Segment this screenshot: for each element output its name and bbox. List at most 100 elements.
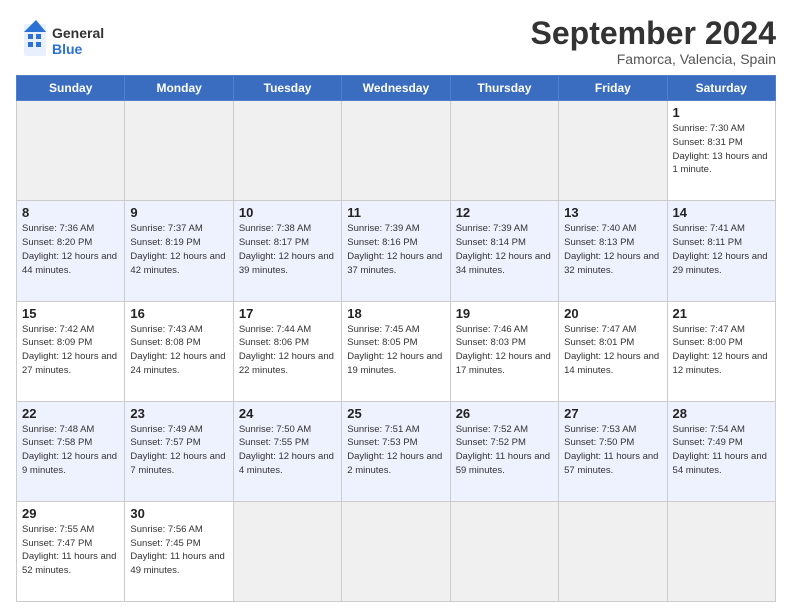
day-info: Sunrise: 7:47 AMSunset: 8:01 PMDaylight:…	[564, 323, 661, 378]
day-info: Sunrise: 7:53 AMSunset: 7:50 PMDaylight:…	[564, 423, 661, 478]
calendar-cell: 19 Sunrise: 7:46 AMSunset: 8:03 PMDayligh…	[450, 301, 558, 401]
day-number: 13	[564, 205, 661, 220]
calendar-cell: 27 Sunrise: 7:53 AMSunset: 7:50 PMDayligh…	[559, 401, 667, 501]
calendar-cell: 24 Sunrise: 7:50 AMSunset: 7:55 PMDayligh…	[233, 401, 341, 501]
day-info: Sunrise: 7:55 AMSunset: 7:47 PMDaylight:…	[22, 523, 119, 578]
day-number: 10	[239, 205, 336, 220]
calendar-week-row: 29 Sunrise: 7:55 AMSunset: 7:47 PMDayligh…	[17, 501, 776, 601]
day-info: Sunrise: 7:48 AMSunset: 7:58 PMDaylight:…	[22, 423, 119, 478]
calendar-cell: 15 Sunrise: 7:42 AMSunset: 8:09 PMDayligh…	[17, 301, 125, 401]
calendar-cell: 23 Sunrise: 7:49 AMSunset: 7:57 PMDayligh…	[125, 401, 233, 501]
calendar-cell: 25 Sunrise: 7:51 AMSunset: 7:53 PMDayligh…	[342, 401, 450, 501]
day-header-monday: Monday	[125, 76, 233, 101]
calendar-cell	[450, 101, 558, 201]
day-info: Sunrise: 7:39 AMSunset: 8:16 PMDaylight:…	[347, 222, 444, 277]
calendar-cell: 14 Sunrise: 7:41 AMSunset: 8:11 PMDayligh…	[667, 201, 775, 301]
location: Famorca, Valencia, Spain	[531, 51, 776, 67]
calendar-week-row: 1 Sunrise: 7:30 AMSunset: 8:31 PMDaylight…	[17, 101, 776, 201]
title-block: September 2024 Famorca, Valencia, Spain	[531, 16, 776, 67]
day-number: 15	[22, 306, 119, 321]
calendar-cell	[233, 501, 341, 601]
day-number: 20	[564, 306, 661, 321]
calendar-cell: 28 Sunrise: 7:54 AMSunset: 7:49 PMDayligh…	[667, 401, 775, 501]
day-info: Sunrise: 7:37 AMSunset: 8:19 PMDaylight:…	[130, 222, 227, 277]
day-number: 18	[347, 306, 444, 321]
day-number: 9	[130, 205, 227, 220]
day-number: 22	[22, 406, 119, 421]
logo-svg: General Blue	[16, 16, 116, 64]
day-number: 1	[673, 105, 770, 120]
day-header-thursday: Thursday	[450, 76, 558, 101]
day-number: 12	[456, 205, 553, 220]
day-number: 11	[347, 205, 444, 220]
calendar-cell	[559, 101, 667, 201]
day-info: Sunrise: 7:56 AMSunset: 7:45 PMDaylight:…	[130, 523, 227, 578]
day-number: 28	[673, 406, 770, 421]
day-header-friday: Friday	[559, 76, 667, 101]
day-number: 27	[564, 406, 661, 421]
calendar-cell	[667, 501, 775, 601]
calendar-cell	[17, 101, 125, 201]
svg-text:General: General	[52, 25, 104, 41]
day-info: Sunrise: 7:42 AMSunset: 8:09 PMDaylight:…	[22, 323, 119, 378]
calendar-cell: 18 Sunrise: 7:45 AMSunset: 8:05 PMDayligh…	[342, 301, 450, 401]
day-number: 26	[456, 406, 553, 421]
calendar-cell: 22 Sunrise: 7:48 AMSunset: 7:58 PMDayligh…	[17, 401, 125, 501]
day-number: 30	[130, 506, 227, 521]
calendar-cell: 13Sunrise: 7:40 AMSunset: 8:13 PMDayligh…	[559, 201, 667, 301]
day-header-saturday: Saturday	[667, 76, 775, 101]
day-info: Sunrise: 7:54 AMSunset: 7:49 PMDaylight:…	[673, 423, 770, 478]
day-info: Sunrise: 7:49 AMSunset: 7:57 PMDaylight:…	[130, 423, 227, 478]
calendar-cell: 16 Sunrise: 7:43 AMSunset: 8:08 PMDayligh…	[125, 301, 233, 401]
calendar-cell: 20 Sunrise: 7:47 AMSunset: 8:01 PMDayligh…	[559, 301, 667, 401]
day-number: 29	[22, 506, 119, 521]
logo: General Blue	[16, 16, 116, 64]
day-info: Sunrise: 7:45 AMSunset: 8:05 PMDaylight:…	[347, 323, 444, 378]
calendar-cell: 21 Sunrise: 7:47 AMSunset: 8:00 PMDayligh…	[667, 301, 775, 401]
header: General Blue September 2024 Famorca, Val…	[16, 16, 776, 67]
calendar-week-row: 8 Sunrise: 7:36 AMSunset: 8:20 PMDaylight…	[17, 201, 776, 301]
day-info: Sunrise: 7:38 AMSunset: 8:17 PMDaylight:…	[239, 222, 336, 277]
calendar-cell	[125, 101, 233, 201]
day-header-tuesday: Tuesday	[233, 76, 341, 101]
day-info: Sunrise: 7:39 AMSunset: 8:14 PMDaylight:…	[456, 222, 553, 277]
calendar-cell: 11 Sunrise: 7:39 AMSunset: 8:16 PMDayligh…	[342, 201, 450, 301]
day-number: 16	[130, 306, 227, 321]
day-header-wednesday: Wednesday	[342, 76, 450, 101]
day-number: 23	[130, 406, 227, 421]
day-info: Sunrise: 7:41 AMSunset: 8:11 PMDaylight:…	[673, 222, 770, 277]
day-number: 24	[239, 406, 336, 421]
day-number: 25	[347, 406, 444, 421]
day-info: Sunrise: 7:46 AMSunset: 8:03 PMDaylight:…	[456, 323, 553, 378]
day-number: 14	[673, 205, 770, 220]
calendar-cell: 17Sunrise: 7:44 AMSunset: 8:06 PMDayligh…	[233, 301, 341, 401]
calendar-cell: 29 Sunrise: 7:55 AMSunset: 7:47 PMDayligh…	[17, 501, 125, 601]
calendar-cell: 30 Sunrise: 7:56 AMSunset: 7:45 PMDayligh…	[125, 501, 233, 601]
page: General Blue September 2024 Famorca, Val…	[0, 0, 792, 612]
day-info: Sunrise: 7:50 AMSunset: 7:55 PMDaylight:…	[239, 423, 336, 478]
calendar-cell	[342, 501, 450, 601]
calendar-cell	[233, 101, 341, 201]
calendar-cell: 9 Sunrise: 7:37 AMSunset: 8:19 PMDaylight…	[125, 201, 233, 301]
calendar-cell	[450, 501, 558, 601]
day-number: 19	[456, 306, 553, 321]
calendar-cell	[559, 501, 667, 601]
day-header-sunday: Sunday	[17, 76, 125, 101]
calendar-cell: 10 Sunrise: 7:38 AMSunset: 8:17 PMDayligh…	[233, 201, 341, 301]
day-info: Sunrise: 7:43 AMSunset: 8:08 PMDaylight:…	[130, 323, 227, 378]
calendar-cell: 12 Sunrise: 7:39 AMSunset: 8:14 PMDayligh…	[450, 201, 558, 301]
calendar-cell	[342, 101, 450, 201]
day-info: Sunrise: 7:30 AMSunset: 8:31 PMDaylight:…	[673, 122, 770, 177]
calendar-week-row: 15 Sunrise: 7:42 AMSunset: 8:09 PMDayligh…	[17, 301, 776, 401]
day-info: Sunrise: 7:47 AMSunset: 8:00 PMDaylight:…	[673, 323, 770, 378]
day-info: Sunrise: 7:36 AMSunset: 8:20 PMDaylight:…	[22, 222, 119, 277]
day-number: 21	[673, 306, 770, 321]
day-number: 8	[22, 205, 119, 220]
svg-text:Blue: Blue	[52, 41, 83, 57]
calendar-week-row: 22 Sunrise: 7:48 AMSunset: 7:58 PMDayligh…	[17, 401, 776, 501]
calendar-header-row: SundayMondayTuesdayWednesdayThursdayFrid…	[17, 76, 776, 101]
calendar-cell: 26 Sunrise: 7:52 AMSunset: 7:52 PMDayligh…	[450, 401, 558, 501]
day-info: Sunrise: 7:51 AMSunset: 7:53 PMDaylight:…	[347, 423, 444, 478]
day-info: Sunrise: 7:52 AMSunset: 7:52 PMDaylight:…	[456, 423, 553, 478]
calendar-cell: 1 Sunrise: 7:30 AMSunset: 8:31 PMDaylight…	[667, 101, 775, 201]
